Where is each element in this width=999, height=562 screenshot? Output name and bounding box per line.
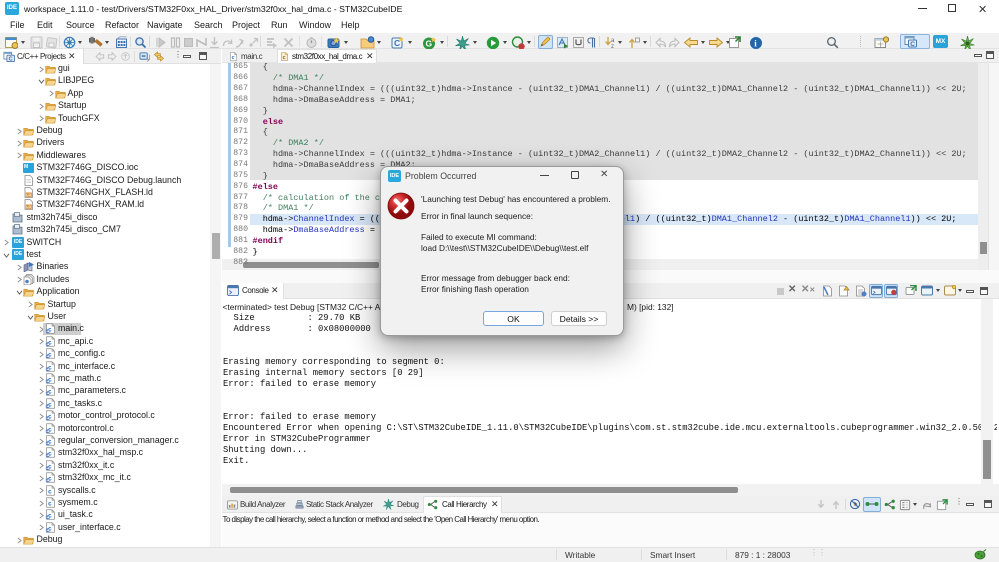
svg-text:G: G (426, 39, 433, 49)
svg-text:c: c (283, 55, 286, 61)
svg-text:C: C (910, 41, 915, 48)
svg-text:C: C (9, 57, 13, 62)
svg-text:LD: LD (26, 206, 31, 210)
svg-text:LD: LD (26, 193, 31, 197)
svg-text:C: C (394, 38, 400, 48)
